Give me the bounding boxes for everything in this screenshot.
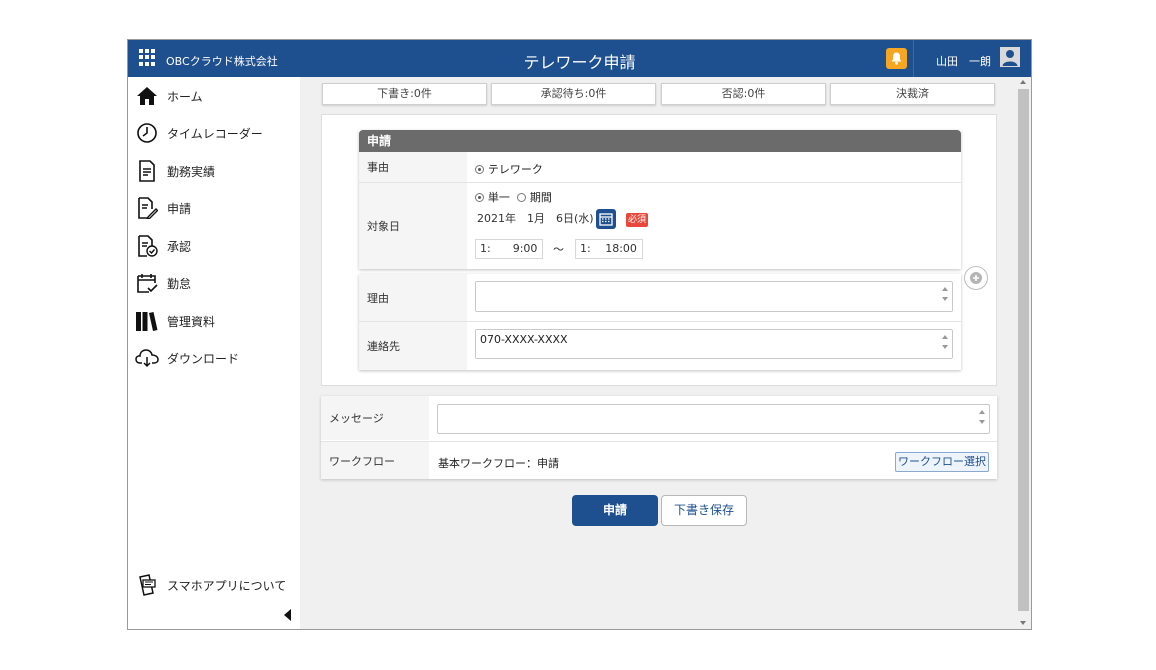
sidebar-item-label: スマホアプリについて: [167, 578, 287, 593]
tab-draft[interactable]: 下書き:0件: [322, 83, 487, 105]
date-mode-period-radio[interactable]: 期間: [517, 189, 552, 205]
message-spinner-icon[interactable]: [979, 410, 986, 424]
sidebar-item-label: 承認: [167, 239, 192, 254]
scrollbar-thumb[interactable]: [1018, 89, 1029, 611]
sidebar-item-label: ホーム: [167, 89, 203, 104]
books-icon: [135, 309, 159, 333]
approve-document-icon: [135, 234, 159, 258]
notification-bell-icon[interactable]: [886, 48, 907, 69]
workflow-label: ワークフロー: [321, 442, 429, 479]
sidebar-item-label: 勤務実績: [167, 164, 216, 179]
sidebar-item-mobile-app[interactable]: スマホアプリについて: [135, 572, 286, 598]
sidebar-item-attendance[interactable]: 勤怠: [135, 270, 191, 296]
radio-selected-icon: [475, 193, 484, 202]
end-time-field[interactable]: 1: 18:00: [575, 239, 643, 259]
workflow-value: 基本ワークフロー：申請: [438, 457, 559, 470]
request-form-panel: 申請 事由 テレワーク 対象日 単一 期間 2021年 1月 6日(水) 必須 …: [321, 114, 997, 386]
vertical-scrollbar[interactable]: [1016, 77, 1031, 629]
contact-input-value: 070-XXXX-XXXX: [480, 333, 568, 346]
scroll-down-icon[interactable]: [1020, 621, 1026, 625]
tab-rejected[interactable]: 否認:0件: [661, 83, 826, 105]
clock-icon: [135, 121, 159, 145]
sidebar-item-request[interactable]: 申請: [135, 195, 191, 221]
document-icon: [135, 159, 159, 183]
sidebar-item-work-results[interactable]: 勤務実績: [135, 158, 215, 184]
sidebar-item-label: 管理資料: [167, 314, 216, 329]
start-time-field[interactable]: 1: 9:00: [475, 239, 543, 259]
reason-type-value: テレワーク: [487, 163, 543, 176]
edit-document-icon: [135, 196, 159, 220]
date-field[interactable]: 2021年 1月 6日(水): [475, 210, 597, 230]
save-draft-button[interactable]: 下書き保存: [661, 495, 747, 526]
scroll-up-icon[interactable]: [1020, 80, 1026, 84]
target-date-label: 対象日: [359, 183, 467, 269]
tab-approved[interactable]: 決裁済: [830, 83, 995, 105]
add-row-plus-icon[interactable]: [964, 266, 988, 290]
user-avatar-icon[interactable]: [1000, 47, 1020, 67]
radio-unselected-icon: [517, 193, 526, 202]
calendar-check-icon: [135, 271, 159, 295]
app-window: OBCクラウド株式会社 テレワーク申請 山田 一朗 ホーム タイムレコーダー 勤…: [127, 39, 1032, 630]
message-workflow-section: メッセージ ワークフロー 基本ワークフロー：申請 ワークフロー選択: [321, 396, 997, 479]
date-mode-single-radio[interactable]: 単一: [475, 189, 510, 205]
top-bar: OBCクラウド株式会社 テレワーク申請 山田 一朗: [128, 40, 1031, 77]
date-mode-single-label: 単一: [487, 191, 510, 204]
sidebar-item-approval[interactable]: 承認: [135, 233, 191, 259]
contact-label: 連絡先: [359, 322, 467, 370]
submit-button[interactable]: 申請: [572, 495, 658, 526]
radio-selected-icon: [475, 165, 484, 174]
reason-type-label: 事由: [359, 152, 467, 182]
request-section: 申請 事由 テレワーク 対象日 単一 期間 2021年 1月 6日(水) 必須 …: [359, 130, 961, 269]
time-separator: ～: [553, 243, 564, 256]
main-content: 下書き:0件 承認待ち:0件 否認:0件 決裁済 申請 事由 テレワーク 対象日…: [300, 77, 1016, 629]
sidebar-item-label: ダウンロード: [167, 351, 240, 366]
section-title: 申請: [359, 130, 961, 152]
cloud-download-icon: [135, 346, 159, 370]
workflow-select-button[interactable]: ワークフロー選択: [895, 452, 989, 472]
reason-contact-section: 理由 連絡先 070-XXXX-XXXX: [359, 274, 961, 370]
sidebar-item-label: 勤怠: [167, 276, 192, 291]
sidebar: ホーム タイムレコーダー 勤務実績 申請 承認 勤怠 管理資料 ダウンロード ス…: [128, 77, 300, 629]
message-label: メッセージ: [321, 396, 429, 440]
reason-spinner-icon[interactable]: [942, 287, 949, 301]
sidebar-item-download[interactable]: ダウンロード: [135, 345, 239, 371]
reason-input[interactable]: [475, 281, 953, 312]
sidebar-collapse-icon[interactable]: [284, 609, 291, 621]
date-mode-period-label: 期間: [529, 191, 552, 204]
sidebar-item-time-recorder[interactable]: タイムレコーダー: [135, 120, 263, 146]
calendar-icon[interactable]: [596, 209, 616, 229]
contact-spinner-icon[interactable]: [942, 335, 949, 349]
smartphone-app-icon: [135, 573, 159, 597]
sidebar-item-home[interactable]: ホーム: [135, 83, 203, 109]
sidebar-item-label: 申請: [167, 201, 192, 216]
home-icon: [135, 84, 159, 108]
message-input[interactable]: [437, 404, 990, 434]
required-badge: 必須: [626, 213, 648, 227]
reason-type-radio[interactable]: テレワーク: [475, 161, 543, 177]
contact-input[interactable]: 070-XXXX-XXXX: [475, 329, 953, 359]
header-divider: [913, 40, 914, 77]
sidebar-item-management-docs[interactable]: 管理資料: [135, 308, 215, 334]
reason-label: 理由: [359, 274, 467, 321]
user-name[interactable]: 山田 一朗: [936, 53, 991, 69]
sidebar-item-label: タイムレコーダー: [167, 126, 263, 141]
tab-pending-approval[interactable]: 承認待ち:0件: [491, 83, 656, 105]
